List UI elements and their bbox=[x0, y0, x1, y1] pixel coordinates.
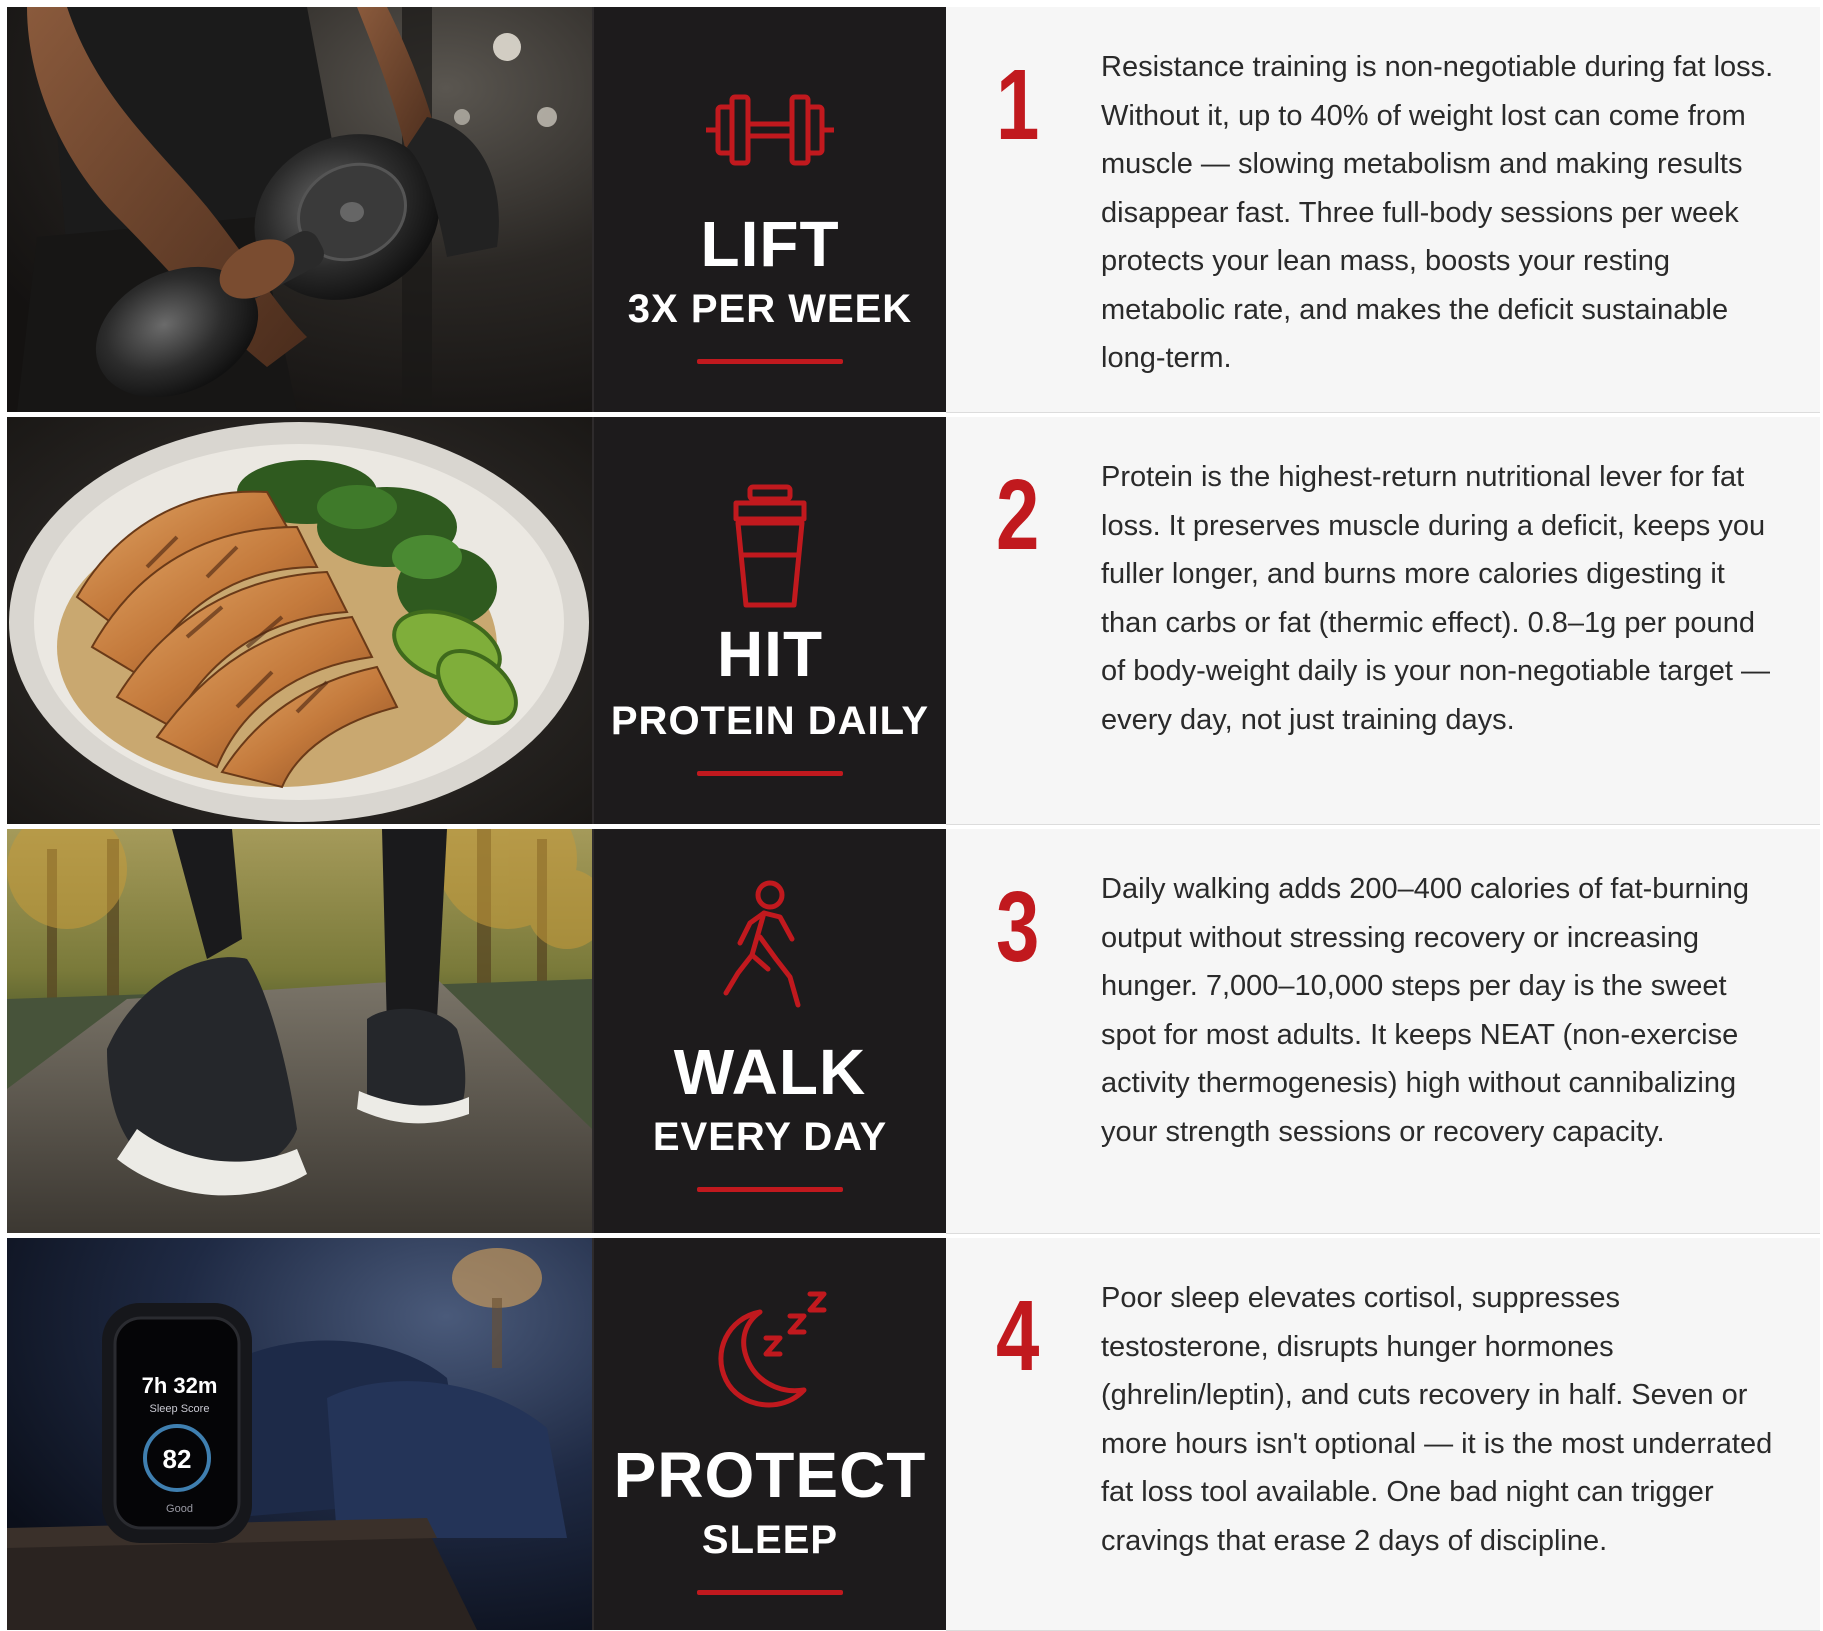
step-title: LIFT bbox=[700, 208, 840, 280]
step-label-panel: PROTECT SLEEP bbox=[592, 1238, 946, 1630]
step-title: PROTECT bbox=[613, 1439, 927, 1511]
step-row-sleep: 7h 32m Sleep Score 82 Good PROTECT SLEEP bbox=[7, 1238, 1820, 1631]
step-description: Resistance training is non-negotiable du… bbox=[1101, 51, 1774, 374]
chicken-plate-photo bbox=[7, 417, 592, 824]
watch-sleep-duration: 7h 32m bbox=[141, 1373, 218, 1398]
step-label-panel: LIFT 3X PER WEEK bbox=[592, 7, 946, 412]
step-number: 4 bbox=[996, 1280, 1040, 1392]
dumbbell-row-photo bbox=[7, 7, 592, 412]
step-label-panel: WALK EVERY DAY bbox=[592, 829, 946, 1233]
step-subtitle: 3X PER WEEK bbox=[627, 287, 913, 331]
step-title: WALK bbox=[673, 1036, 867, 1108]
watch-sleep-label: Sleep Score bbox=[149, 1403, 210, 1415]
accent-divider bbox=[697, 1187, 843, 1192]
walking-shoes-photo bbox=[7, 829, 592, 1233]
step-number: 2 bbox=[996, 459, 1040, 571]
accent-divider bbox=[697, 359, 843, 364]
step-subtitle: SLEEP bbox=[701, 1518, 839, 1562]
step-text-panel: 2 Protein is the highest-return nutritio… bbox=[946, 417, 1820, 825]
accent-divider bbox=[697, 771, 843, 776]
accent-divider bbox=[697, 1590, 843, 1595]
step-number: 3 bbox=[996, 871, 1040, 983]
step-text-panel: 4 Poor sleep elevates cortisol, suppress… bbox=[946, 1238, 1820, 1631]
smartwatch-bedroom-photo: 7h 32m Sleep Score 82 Good bbox=[7, 1238, 592, 1630]
step-label-panel: HIT PROTEIN DAILY bbox=[592, 417, 946, 824]
dumbbell-icon bbox=[700, 75, 840, 185]
step-description: Protein is the highest-return nutritiona… bbox=[1101, 461, 1770, 736]
step-row-protein: HIT PROTEIN DAILY 2 Protein is the highe… bbox=[7, 417, 1820, 825]
step-row-walk: WALK EVERY DAY 3 Daily walking adds 200–… bbox=[7, 829, 1820, 1234]
step-description: Daily walking adds 200–400 calories of f… bbox=[1101, 873, 1750, 1148]
step-row-lift: LIFT 3X PER WEEK 1 Resistance training i… bbox=[7, 7, 1820, 413]
watch-sleep-score: 82 bbox=[162, 1444, 192, 1474]
infographic: LIFT 3X PER WEEK 1 Resistance training i… bbox=[0, 0, 1823, 1631]
step-text-panel: 1 Resistance training is non-negotiable … bbox=[946, 7, 1820, 413]
step-text-panel: 3 Daily walking adds 200–400 calories of… bbox=[946, 829, 1820, 1234]
step-subtitle: PROTEIN DAILY bbox=[610, 699, 930, 743]
step-description: Poor sleep elevates cortisol, suppresses… bbox=[1101, 1282, 1773, 1557]
walking-person-icon bbox=[700, 877, 840, 1017]
step-subtitle: EVERY DAY bbox=[652, 1115, 888, 1159]
moon-sleep-icon bbox=[700, 1286, 840, 1416]
step-title: HIT bbox=[716, 618, 824, 690]
watch-sleep-rating: Good bbox=[166, 1503, 193, 1515]
protein-shaker-icon bbox=[700, 483, 840, 613]
step-number: 1 bbox=[996, 49, 1040, 161]
